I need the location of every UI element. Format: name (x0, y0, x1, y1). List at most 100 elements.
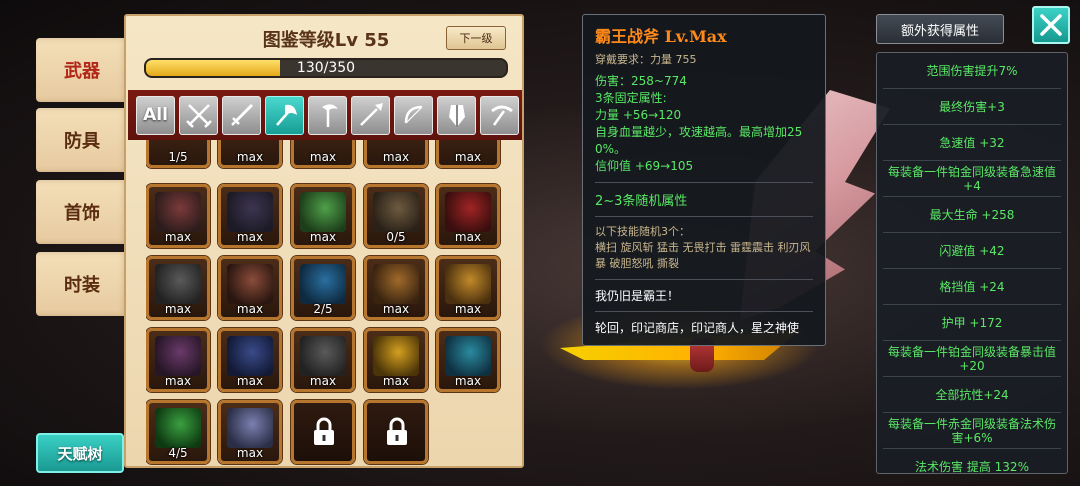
extra-attribute-row: 每装备一件赤金同级装备法术伤害+6% (883, 413, 1061, 449)
weapon-slot[interactable]: 0/5 (364, 184, 428, 248)
weapon-icon (227, 408, 273, 448)
tab-weapons[interactable]: 武器 (36, 38, 128, 102)
weapon-slot[interactable]: max (436, 256, 500, 320)
tooltip-stat: 自身血量越少，攻速越高。最高增加25 0%。 (595, 125, 803, 156)
weapon-icon (373, 264, 419, 304)
filter-spear[interactable] (351, 95, 390, 135)
weapon-grid: 1/5 max max max max max max max 0/5 max max max 2/5 m… (146, 140, 516, 466)
weapon-slot[interactable]: 4/5 (146, 400, 210, 464)
weapon-icon (373, 336, 419, 376)
extra-attribute-row: 法术伤害 提高 132% (883, 449, 1061, 474)
close-button[interactable] (1032, 6, 1070, 44)
weapon-slot[interactable]: max (146, 256, 210, 320)
talent-tree-button[interactable]: 天赋树 (36, 433, 124, 473)
extra-attribute-row: 每装备一件铂金同级装备急速值+4 (883, 161, 1061, 197)
weapon-slot[interactable]: max (291, 140, 355, 168)
weapon-slot-progress: 0/5 (386, 230, 406, 244)
collection-panel: 图鉴等级Lv 55 下一级 130/350 All 1/5 max max max ma… (124, 14, 524, 468)
next-level-label: 下一级 (459, 32, 493, 45)
tooltip-source: 轮回，印记商店，印记商人，星之神使 (595, 321, 800, 335)
weapon-slot[interactable]: max (364, 328, 428, 392)
extra-attribute-row: 最终伤害+3 (883, 89, 1061, 125)
level-progress-text: 130/350 (296, 60, 356, 76)
filter-all[interactable]: All (136, 95, 175, 135)
weapon-slot-progress: max (236, 150, 264, 164)
weapon-slot[interactable]: max (146, 328, 210, 392)
weapon-icon (300, 264, 346, 304)
tab-weapons-label: 武器 (64, 61, 100, 82)
extra-attributes-title-label: 额外获得属性 (900, 23, 979, 39)
weapon-slot[interactable]: max (436, 328, 500, 392)
weapon-slot[interactable]: 2/5 (291, 256, 355, 320)
weapon-slot[interactable]: max (218, 256, 282, 320)
weapon-slot-progress: max (454, 302, 482, 316)
weapon-icon (155, 408, 201, 448)
tooltip-damage: 伤害：258~774 (595, 74, 687, 88)
weapon-icon (445, 336, 491, 376)
extra-attribute-row: 全部抗性+24 (883, 377, 1061, 413)
weapon-slot-progress: max (309, 230, 337, 244)
weapon-slot-progress: max (236, 446, 264, 460)
tooltip-requirement: 穿戴要求：力量 755 (595, 53, 697, 66)
weapon-slot[interactable]: max (218, 328, 282, 392)
extra-attribute-row: 闪避值 +42 (883, 233, 1061, 269)
shield-icon (448, 105, 465, 127)
weapon-slot[interactable]: max (291, 328, 355, 392)
level-progress-bar: 130/350 (144, 58, 508, 78)
weapon-slot-locked[interactable] (364, 400, 428, 464)
weapon-icon (300, 192, 346, 232)
lock-icon (387, 417, 407, 445)
tab-jewelry-label: 首饰 (64, 203, 100, 224)
weapon-filter-bar: All (128, 90, 522, 140)
tooltip-divider (595, 279, 813, 280)
tooltip-quote: 我仍旧是霸王！ (595, 289, 680, 303)
weapon-slot-progress: max (236, 230, 264, 244)
tab-armor-label: 防具 (64, 131, 100, 152)
weapon-icon (373, 192, 419, 232)
crossed-swords-icon (185, 104, 212, 128)
weapon-icon (155, 336, 201, 376)
weapon-slot-progress: max (454, 374, 482, 388)
talent-tree-label: 天赋树 (57, 444, 103, 463)
tooltip-skills-heading: 以下技能随机3个： (595, 225, 690, 238)
weapon-icon (300, 336, 346, 376)
filter-scythe[interactable] (308, 95, 347, 135)
filter-crossed-swords[interactable] (179, 95, 218, 135)
weapon-slot-progress: max (454, 230, 482, 244)
weapon-slot[interactable]: 1/5 (146, 140, 210, 168)
extra-attributes-list: 范围伤害提升7% 最终伤害+3 急速值 +32 每装备一件铂金同级装备急速值+4 最大生… (876, 52, 1068, 474)
weapon-slot-progress: max (454, 150, 482, 164)
tab-armor[interactable]: 防具 (36, 108, 128, 172)
filter-pickaxe[interactable] (480, 95, 519, 135)
weapon-slot-progress: max (382, 150, 410, 164)
weapon-slot[interactable]: max (436, 184, 500, 248)
filter-axe[interactable] (265, 95, 304, 135)
close-icon (1040, 14, 1062, 36)
weapon-slot[interactable]: max (364, 256, 428, 320)
weapon-slot[interactable]: max (218, 140, 282, 168)
tab-jewelry[interactable]: 首饰 (36, 180, 128, 244)
tooltip-skills-list: 横扫 旋风斩 猛击 无畏打击 雷霆震击 利刃风暴 破胆怒吼 撕裂 (595, 241, 811, 270)
filter-shield[interactable] (437, 95, 476, 135)
weapon-slot[interactable]: max (218, 184, 282, 248)
weapon-slot-progress: 2/5 (313, 302, 333, 316)
weapon-slot-locked[interactable] (291, 400, 355, 464)
tab-fashion[interactable]: 时装 (36, 252, 128, 316)
lock-icon (314, 417, 334, 445)
next-level-button[interactable]: 下一级 (446, 26, 506, 50)
extra-attributes-title[interactable]: 额外获得属性 (876, 14, 1004, 44)
weapon-slot[interactable]: max (218, 400, 282, 464)
filter-all-label: All (143, 105, 168, 125)
filter-sword[interactable] (222, 95, 261, 135)
weapon-slot[interactable]: max (146, 184, 210, 248)
extra-attribute-row: 范围伤害提升7% (883, 53, 1061, 89)
tooltip-random-stats: 2~3条随机属性 (595, 194, 688, 209)
weapon-icon (445, 192, 491, 232)
extra-attribute-row: 急速值 +32 (883, 125, 1061, 161)
filter-bow[interactable] (394, 95, 433, 135)
weapon-slot[interactable]: max (436, 140, 500, 168)
tooltip-stat: 信仰值 +69→105 (595, 159, 694, 173)
weapon-slot-progress: max (236, 302, 264, 316)
weapon-slot[interactable]: max (291, 184, 355, 248)
weapon-slot[interactable]: max (364, 140, 428, 168)
